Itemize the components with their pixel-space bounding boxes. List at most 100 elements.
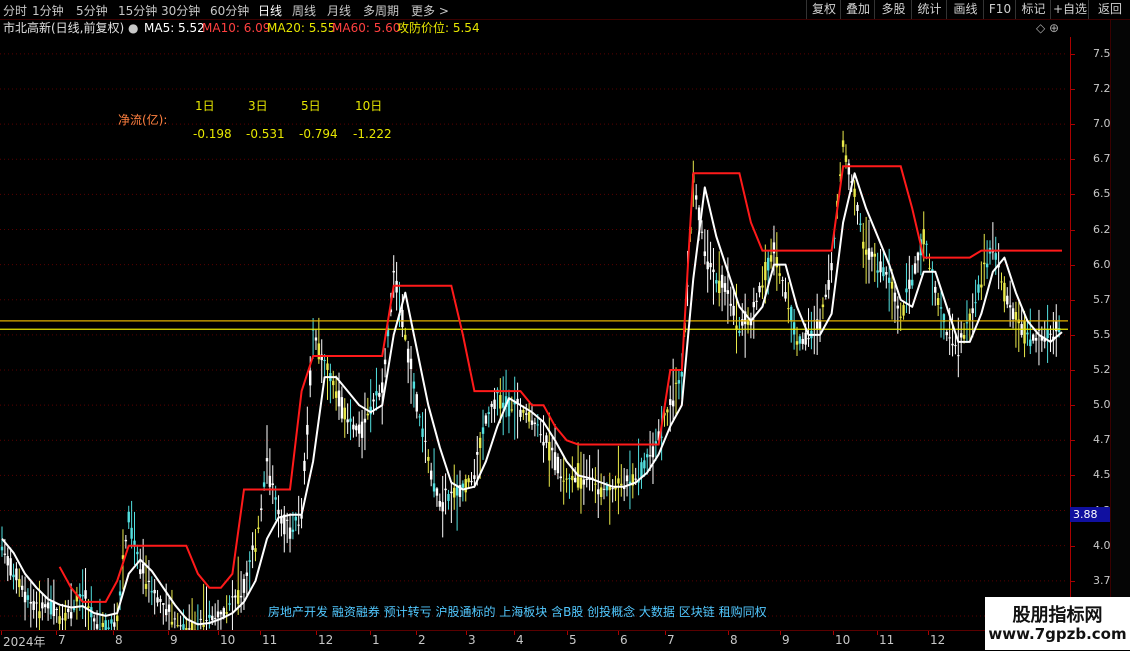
- candle-body: [790, 307, 792, 322]
- candle-body: [787, 308, 789, 309]
- candle-body: [948, 337, 950, 338]
- candle-body: [940, 307, 942, 308]
- candle-body: [364, 419, 366, 423]
- candle-body: [153, 590, 155, 593]
- candle-body: [130, 528, 132, 539]
- candle-body: [384, 360, 386, 365]
- candle-body: [254, 548, 256, 552]
- candle-body: [243, 579, 245, 593]
- timeframe-tab-7[interactable]: 周线: [292, 2, 316, 19]
- candle-body: [776, 257, 778, 267]
- candle-body: [980, 285, 982, 288]
- candle-body: [957, 355, 959, 356]
- timeframe-tab-4[interactable]: 30分钟: [161, 2, 200, 19]
- candle-body: [136, 552, 138, 554]
- flow-header-10d: 10日: [355, 97, 382, 114]
- candle-body: [712, 270, 714, 273]
- candle-body: [465, 479, 467, 492]
- candle-body: [372, 400, 374, 402]
- time-tick: [168, 631, 169, 635]
- candle-body: [416, 394, 418, 411]
- candle-body: [266, 458, 268, 461]
- concept-tags[interactable]: 房地产开发 融资融券 预计转亏 沪股通标的 上海板块 含B股 创投概念 大数据 …: [268, 603, 767, 620]
- candle-body: [352, 425, 354, 430]
- side-panel-strip[interactable]: [1110, 20, 1130, 630]
- toolbar-button-8[interactable]: 返回: [1088, 0, 1130, 19]
- candle-body: [1032, 334, 1034, 340]
- timeframe-tab-6[interactable]: 日线: [258, 2, 282, 19]
- current-price-marker: 3.88: [1070, 507, 1110, 522]
- candle-body: [761, 285, 763, 287]
- toolbar-button-6[interactable]: 标记: [1015, 0, 1051, 19]
- timeframe-tab-0[interactable]: 分时: [3, 2, 27, 19]
- candle-body: [113, 622, 115, 626]
- expand-icon[interactable]: ◇ ⊕: [1036, 20, 1059, 37]
- candle-body: [1006, 296, 1008, 305]
- candle-body: [272, 483, 274, 485]
- candle-body: [755, 301, 757, 302]
- time-tick: [466, 631, 467, 635]
- ma-line-series: [2, 173, 1062, 624]
- candle-body: [779, 273, 781, 276]
- candle-body: [528, 412, 530, 422]
- candle-body: [145, 584, 147, 589]
- candle-body: [862, 242, 864, 249]
- time-tick: [567, 631, 568, 635]
- price-axis-line: [1070, 37, 1071, 630]
- candle-body: [681, 372, 683, 377]
- candle-body: [156, 597, 158, 602]
- candle-body: [594, 484, 596, 485]
- candle-body: [335, 391, 337, 398]
- timeframe-tab-8[interactable]: 月线: [327, 2, 351, 19]
- candle-body: [200, 619, 202, 620]
- candle-body: [297, 525, 299, 526]
- time-tick-label: 3: [468, 633, 476, 647]
- toolbar-button-3[interactable]: 统计: [911, 0, 947, 19]
- candle-body: [7, 556, 9, 565]
- candle-body: [381, 382, 383, 392]
- candle-body: [338, 391, 340, 407]
- candle-body: [228, 603, 230, 604]
- time-tick: [260, 631, 261, 635]
- candle-body: [21, 586, 23, 590]
- candle-body: [859, 224, 861, 225]
- flow-header-5d: 5日: [301, 97, 321, 114]
- candle-body: [168, 604, 170, 611]
- support-line-series: [60, 166, 1062, 602]
- time-tick-label: 9: [170, 633, 178, 647]
- candle-body: [511, 409, 513, 410]
- timeframe-tab-5[interactable]: 60分钟: [210, 2, 249, 19]
- toolbar-button-1[interactable]: 叠加: [840, 0, 875, 19]
- candle-body: [56, 609, 58, 610]
- period-toolbar: 分时 1分钟 5分钟 15分钟30分钟 60分钟日线周线月线多周期更多 > 复权叠加多股统…: [0, 0, 1130, 20]
- candle-body: [600, 487, 602, 497]
- candle-body: [450, 492, 452, 493]
- time-tick: [316, 631, 317, 635]
- toolbar-button-2[interactable]: 多股: [874, 0, 912, 19]
- toolbar-button-7[interactable]: +自选: [1050, 0, 1089, 19]
- candle-body: [260, 508, 262, 510]
- candle-body: [64, 613, 66, 621]
- toolbar-button-5[interactable]: F10: [983, 0, 1016, 19]
- time-tick: [1, 631, 2, 635]
- candle-body: [436, 488, 438, 495]
- candle-body: [116, 616, 118, 622]
- candle-body: [669, 399, 671, 405]
- timeframe-tab-1[interactable]: 1分钟: [32, 2, 64, 19]
- timeframe-tab-2[interactable]: 5分钟: [76, 2, 108, 19]
- candle-body: [804, 333, 806, 345]
- candle-body: [27, 595, 29, 600]
- timeframe-tab-3[interactable]: 15分钟: [118, 2, 157, 19]
- timeframe-tab-10[interactable]: 更多 >: [411, 2, 449, 19]
- candle-body: [882, 267, 884, 276]
- candle-body: [332, 381, 334, 385]
- candle-body: [678, 380, 680, 383]
- settings-icon[interactable]: ●: [128, 20, 138, 37]
- toolbar-button-4[interactable]: 画线: [946, 0, 984, 19]
- candle-body: [793, 322, 795, 334]
- candle-body: [868, 248, 870, 260]
- timeframe-tab-9[interactable]: 多周期: [363, 2, 399, 19]
- candle-body: [937, 298, 939, 305]
- toolbar-button-0[interactable]: 复权: [806, 0, 841, 19]
- candle-body: [908, 280, 910, 289]
